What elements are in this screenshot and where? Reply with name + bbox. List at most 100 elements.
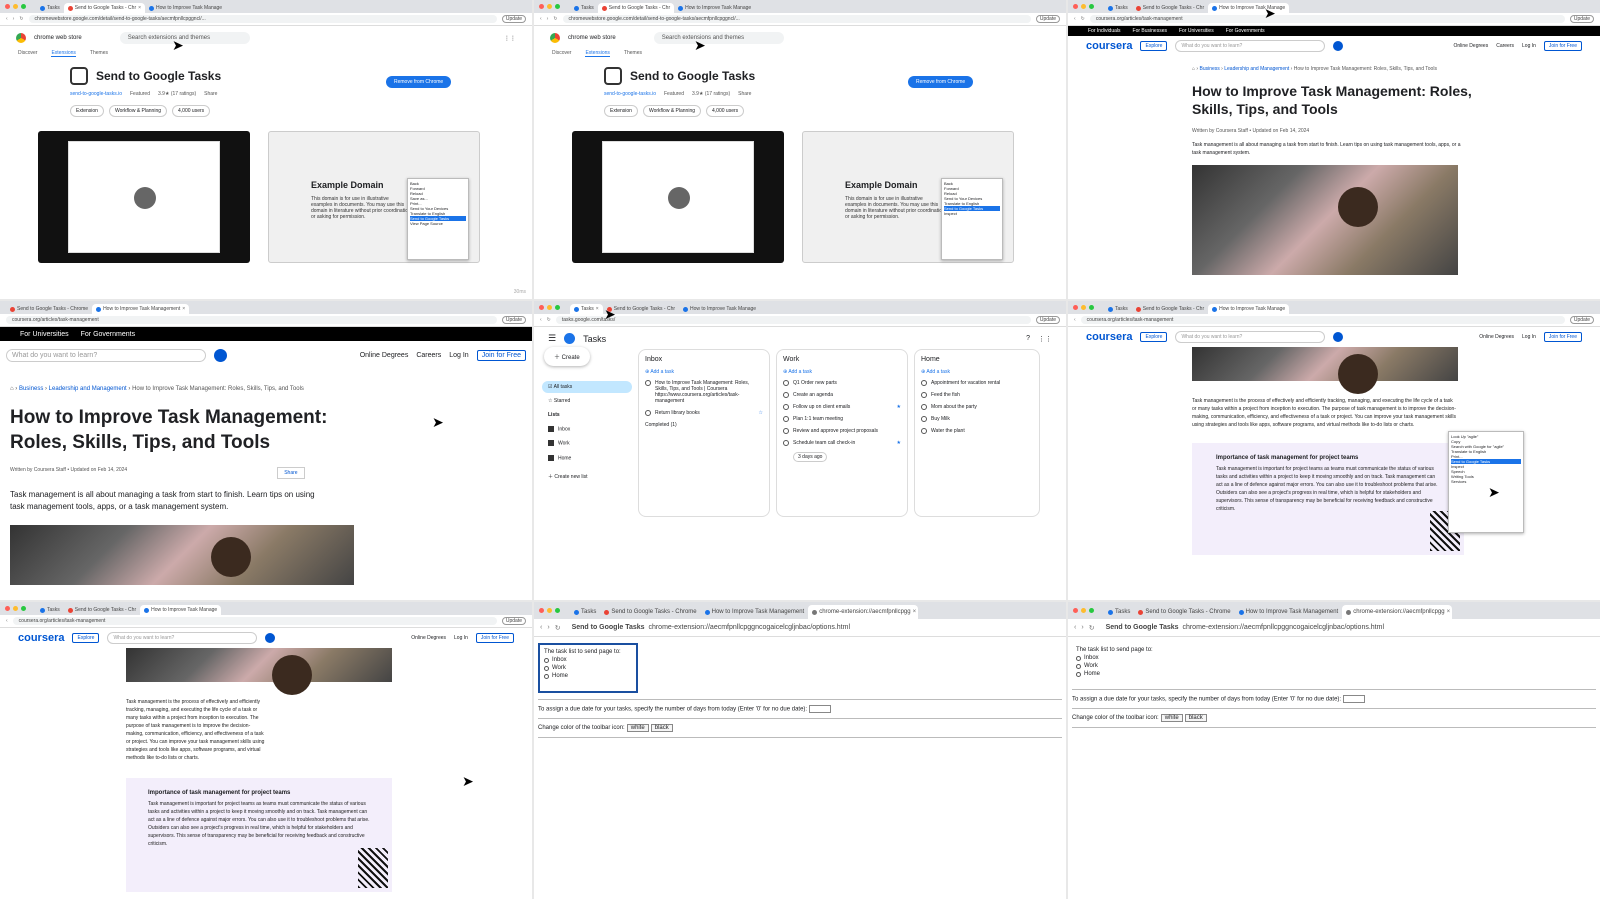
back-icon[interactable]: ‹ xyxy=(540,317,542,323)
site-link[interactable]: send-to-google-tasks.io xyxy=(604,91,656,97)
tab-tasks[interactable]: Tasks xyxy=(1104,304,1132,314)
due-days-input[interactable] xyxy=(808,705,831,713)
tab-store[interactable]: Send to Google Tasks - Chr × xyxy=(63,3,146,13)
task-item[interactable]: Appointment for vacation rental xyxy=(921,380,1033,386)
task-item[interactable]: How to Improve Task Management: Roles, S… xyxy=(645,380,763,404)
join-button[interactable]: Join for Free xyxy=(1543,41,1582,51)
tab-coursera[interactable]: How to Improve Task Manage xyxy=(145,3,226,13)
site-link[interactable]: send-to-google-tasks.io xyxy=(70,91,122,97)
window-controls[interactable] xyxy=(1073,4,1094,9)
due-days-input[interactable] xyxy=(1342,695,1365,703)
tab-coursera[interactable]: How to Improve Task Manage xyxy=(679,304,760,314)
sidebar-list-home[interactable]: Home xyxy=(542,452,632,464)
option-work[interactable]: Work xyxy=(1076,663,1592,669)
breadcrumb-leadership[interactable]: Leadership and Management xyxy=(49,386,127,392)
sidebar-item-all-tasks[interactable]: ☑ All tasks xyxy=(542,381,632,393)
url-field[interactable]: coursera.org/articles/task-management xyxy=(1080,316,1565,324)
update-button[interactable]: Update xyxy=(501,316,526,324)
update-button[interactable]: Update xyxy=(501,15,526,23)
coursera-search-input[interactable]: What do you want to learn? xyxy=(6,349,206,362)
window-controls[interactable] xyxy=(539,305,560,310)
create-new-list[interactable]: ＋ Create new list xyxy=(542,470,632,483)
forward-icon[interactable]: › xyxy=(547,624,549,631)
login-link[interactable]: Log In xyxy=(454,635,468,641)
link-universities[interactable]: For Universities xyxy=(20,331,69,338)
task-checkbox[interactable] xyxy=(645,410,651,416)
add-task-button[interactable]: ⊕ Add a task xyxy=(921,369,1033,375)
option-inbox[interactable]: Inbox xyxy=(1076,655,1592,661)
radio-icon[interactable] xyxy=(544,657,549,663)
window-controls[interactable] xyxy=(5,606,26,611)
tab-coursera[interactable]: How to Improve Task Management xyxy=(701,605,809,619)
task-item[interactable]: Create an agenda xyxy=(783,392,901,398)
task-checkbox[interactable] xyxy=(783,416,789,422)
window-controls[interactable] xyxy=(5,4,26,9)
explore-button[interactable]: Explore xyxy=(72,633,100,643)
menu-icon[interactable]: ☰ xyxy=(548,333,556,344)
link-governments[interactable]: For Governments xyxy=(1226,28,1265,34)
reload-icon[interactable]: ↻ xyxy=(553,16,557,22)
url-field[interactable]: chromewebstore.google.com/detail/send-to… xyxy=(28,15,497,23)
remove-from-chrome-button[interactable]: Remove from Chrome xyxy=(386,76,452,88)
screenshot-video[interactable] xyxy=(572,131,784,263)
login-link[interactable]: Log In xyxy=(449,352,468,359)
tab-options[interactable]: chrome-extension://aecmfpnllcpgg × xyxy=(1342,605,1453,619)
store-search-input[interactable]: Search extensions and themes xyxy=(119,32,250,44)
update-button[interactable]: Update xyxy=(501,617,526,625)
radio-icon[interactable] xyxy=(544,665,549,671)
sidebar-list-inbox[interactable]: Inbox xyxy=(542,423,632,435)
white-button[interactable]: white xyxy=(626,724,649,732)
search-icon[interactable] xyxy=(214,349,227,362)
radio-icon[interactable] xyxy=(1076,663,1081,669)
apps-icon[interactable]: ⋮⋮ xyxy=(504,35,516,42)
tab-coursera[interactable]: How to Improve Task Management xyxy=(1235,605,1343,619)
tab-store[interactable]: Send to Google Tasks - Chr xyxy=(1132,3,1208,13)
apps-icon[interactable]: ⋮⋮ xyxy=(1038,335,1052,343)
link-careers[interactable]: Careers xyxy=(416,352,441,359)
task-item[interactable]: Schedule team call check-in ★ xyxy=(783,440,901,446)
nav-extensions[interactable]: Extensions xyxy=(51,50,76,57)
lists-heading[interactable]: Lists xyxy=(542,409,632,421)
back-icon[interactable]: ‹ xyxy=(540,16,542,22)
add-task-button[interactable]: ⊕ Add a task xyxy=(783,369,901,375)
link-businesses[interactable]: For Businesses xyxy=(1133,28,1167,34)
tab-coursera[interactable]: How to Improve Task Manage xyxy=(1208,3,1290,13)
update-button[interactable]: Update xyxy=(1569,15,1594,23)
url-field[interactable]: Send to Google Tasks chrome-extension://… xyxy=(566,623,1060,632)
black-button[interactable]: black xyxy=(1184,714,1207,722)
share-button[interactable]: Share xyxy=(277,467,305,480)
reload-icon[interactable]: ↻ xyxy=(555,624,561,632)
update-button[interactable]: Update xyxy=(1035,15,1060,23)
tab-coursera[interactable]: How to Improve Task Manage xyxy=(1208,304,1290,314)
link-online-degrees[interactable]: Online Degrees xyxy=(1453,43,1488,49)
tab-tasks[interactable]: Tasks xyxy=(36,605,64,615)
sidebar-list-work[interactable]: Work xyxy=(542,437,632,449)
url-field[interactable]: Send to Google Tasks chrome-extension://… xyxy=(1100,623,1594,632)
option-work[interactable]: Work xyxy=(544,665,632,671)
task-checkbox[interactable] xyxy=(921,392,927,398)
coursera-logo[interactable]: coursera xyxy=(18,632,64,644)
back-icon[interactable]: ‹ xyxy=(1074,16,1076,22)
help-icon[interactable]: ? xyxy=(1026,335,1030,342)
checkbox-icon[interactable] xyxy=(548,426,554,432)
reload-icon[interactable]: ↻ xyxy=(1089,624,1095,632)
link-online-degrees[interactable]: Online Degrees xyxy=(1479,334,1514,340)
search-icon[interactable] xyxy=(1333,41,1344,51)
task-checkbox[interactable] xyxy=(783,404,789,410)
tab-tasks[interactable]: Tasks xyxy=(570,3,598,13)
task-checkbox[interactable] xyxy=(921,428,927,434)
tab-coursera[interactable]: How to Improve Task Manage xyxy=(140,605,222,615)
close-icon[interactable]: × xyxy=(596,306,599,312)
tab-store[interactable]: Send to Google Tasks - Chrome xyxy=(600,605,700,619)
reload-icon[interactable]: ↻ xyxy=(19,16,23,22)
close-icon[interactable]: × xyxy=(182,306,185,312)
link-individuals[interactable]: For Individuals xyxy=(1088,28,1121,34)
tab-tasks[interactable]: Tasks xyxy=(570,605,600,619)
tab-coursera[interactable]: How to Improve Task Manage xyxy=(674,3,755,13)
tab-tasks[interactable]: Tasks xyxy=(36,3,64,13)
tab-store[interactable]: Send to Google Tasks - Chrome xyxy=(6,304,92,314)
task-checkbox[interactable] xyxy=(645,380,651,386)
task-item[interactable]: Return library books ☆ xyxy=(645,410,763,416)
black-button[interactable]: black xyxy=(650,724,673,732)
tab-tasks[interactable]: Tasks xyxy=(1104,605,1134,619)
